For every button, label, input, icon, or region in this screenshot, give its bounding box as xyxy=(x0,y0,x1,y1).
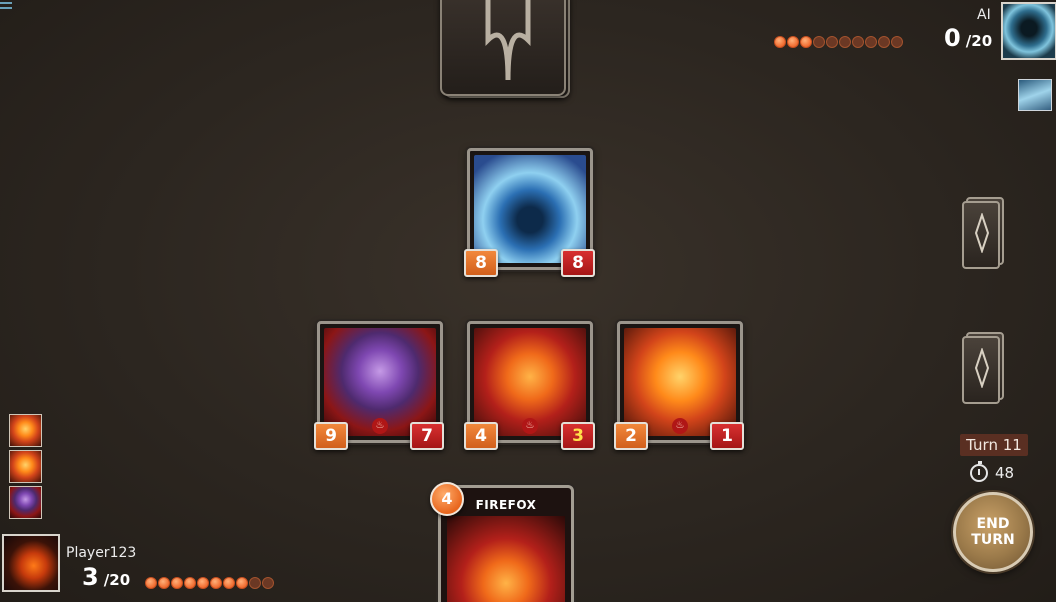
mana-dot-filled xyxy=(236,577,248,589)
mana-dot-empty xyxy=(852,36,864,48)
mana-cost-badge: 4 xyxy=(430,482,464,516)
hand-mini-card[interactable] xyxy=(9,450,42,483)
deck-emblem-icon xyxy=(485,0,531,80)
stopwatch-icon xyxy=(970,461,988,482)
attack-stat: 9 xyxy=(314,422,348,450)
health-stat: 1 xyxy=(710,422,744,450)
mana-dot-filled xyxy=(210,577,222,589)
flame-icon: ♨ xyxy=(372,418,388,434)
deck-emblem-icon xyxy=(974,213,990,253)
opponent-deck xyxy=(438,0,570,102)
mana-dot-filled xyxy=(184,577,196,589)
mana-dot-empty xyxy=(249,577,261,589)
opponent-name: AI xyxy=(977,7,991,23)
player-score-value: 3 xyxy=(82,563,99,591)
player-score-max: /20 xyxy=(103,571,131,589)
turn-indicator: Turn 11 xyxy=(960,434,1028,456)
deck-emblem-icon xyxy=(974,348,990,388)
opponent-mana-bar xyxy=(774,36,903,48)
turn-timer: 48 xyxy=(995,464,1015,482)
player-mana-bar xyxy=(145,577,274,589)
mana-dot-empty xyxy=(826,36,838,48)
mana-dot-filled xyxy=(197,577,209,589)
mana-dot-empty xyxy=(262,577,274,589)
end-turn-button[interactable]: END TURN xyxy=(953,492,1033,572)
attack-stat: 8 xyxy=(464,249,498,277)
health-stat: 8 xyxy=(561,249,595,277)
player-avatar[interactable] xyxy=(2,534,60,592)
mana-dot-filled xyxy=(145,577,157,589)
end-turn-label: END TURN xyxy=(971,516,1015,548)
player-score: 3 /20 xyxy=(82,563,130,591)
mana-dot-empty xyxy=(813,36,825,48)
mana-dot-empty xyxy=(891,36,903,48)
flame-icon: ♨ xyxy=(522,418,538,434)
mana-dot-filled xyxy=(787,36,799,48)
player-name: Player123 xyxy=(66,545,137,561)
mana-dot-filled xyxy=(774,36,786,48)
health-stat: 3 xyxy=(561,422,595,450)
hand-mini-card[interactable] xyxy=(9,414,42,447)
flame-icon: ♨ xyxy=(672,418,688,434)
mana-dot-filled xyxy=(223,577,235,589)
opponent-score: 0 /20 xyxy=(944,24,992,52)
attack-stat: 2 xyxy=(614,422,648,450)
opponent-score-value: 0 xyxy=(944,24,961,52)
attack-stat: 4 xyxy=(464,422,498,450)
opponent-score-max: /20 xyxy=(965,32,993,50)
opponent-hand-card xyxy=(1018,79,1052,111)
opponent-avatar[interactable] xyxy=(1001,2,1056,60)
mana-dot-filled xyxy=(171,577,183,589)
menu-icon[interactable] xyxy=(0,2,14,14)
mana-dot-empty xyxy=(839,36,851,48)
health-stat: 7 xyxy=(410,422,444,450)
mana-dot-empty xyxy=(865,36,877,48)
hand-mini-card[interactable] xyxy=(9,486,42,519)
player-side-deck xyxy=(962,332,1006,404)
water-spirit-art xyxy=(474,155,586,263)
mana-dot-empty xyxy=(878,36,890,48)
mana-dot-filled xyxy=(158,577,170,589)
opponent-side-deck xyxy=(962,197,1006,269)
mana-dot-filled xyxy=(800,36,812,48)
fire-fox-art xyxy=(447,516,565,602)
